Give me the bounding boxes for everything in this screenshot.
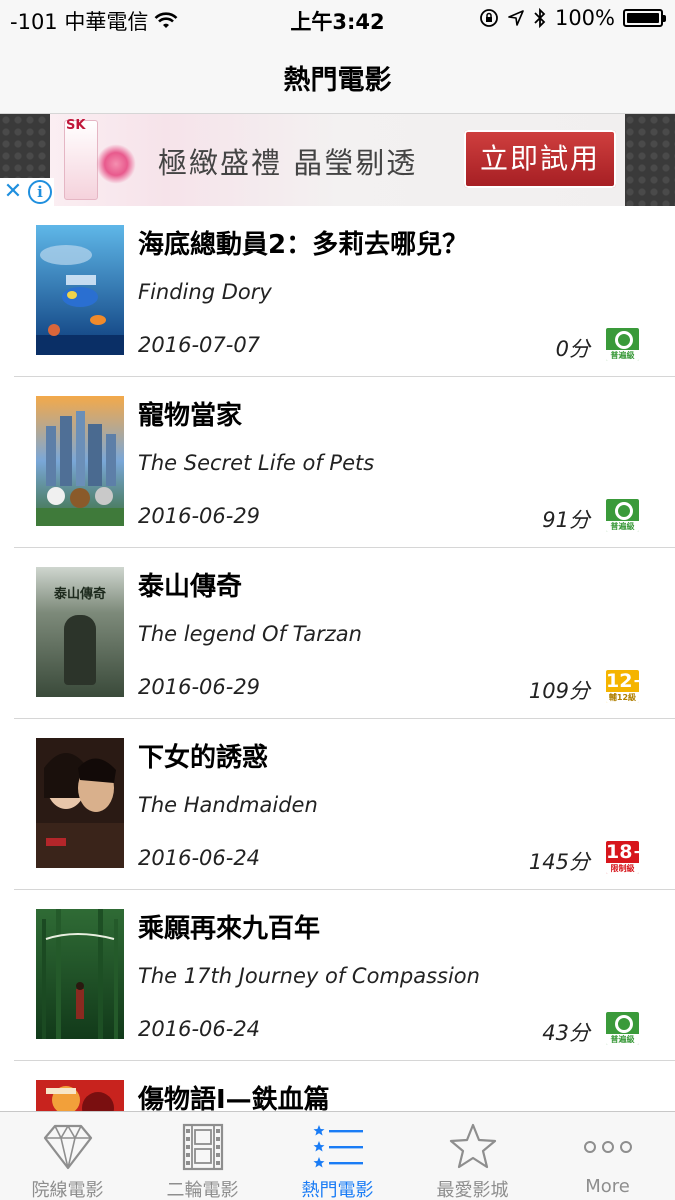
movie-title-zh: 傷物語I—鉄血篇: [138, 1085, 330, 1111]
rating-mark: 12+: [606, 670, 639, 692]
movie-title-zh: 寵物當家: [138, 401, 243, 431]
movie-title-zh: 下女的誘惑: [138, 743, 269, 773]
status-right: 100%: [479, 6, 666, 30]
rating-label: 限制級: [606, 863, 639, 874]
movie-title-en: The Secret Life of Pets: [138, 451, 375, 475]
rating-general-icon: [606, 499, 639, 521]
release-date: 2016-07-07: [138, 333, 261, 357]
tab-first-run[interactable]: 院線電影: [0, 1112, 135, 1200]
diamond-icon: [43, 1124, 92, 1170]
tab-more[interactable]: More: [540, 1112, 675, 1200]
ad-brand-logo: SK: [66, 118, 86, 133]
rating-badge-pg12: 12+ 輔12級: [606, 670, 639, 703]
release-date: 2016-06-24: [138, 846, 261, 870]
ad-info-glyph: i: [28, 180, 52, 204]
compassion-poster: [36, 909, 124, 1039]
movie-row[interactable]: 寵物當家 The Secret Life of Pets 2016-06-29 …: [0, 377, 675, 548]
tab-second-run[interactable]: 二輪電影: [135, 1112, 270, 1200]
movie-title-zh: 泰山傳奇: [138, 572, 243, 602]
rating-label: 輔12級: [606, 692, 639, 703]
runtime: 43分: [542, 1021, 590, 1045]
more-dots-icon: [583, 1141, 632, 1153]
battery-fill: [627, 13, 659, 23]
ad-cta-button[interactable]: 立即試用: [464, 130, 616, 188]
ad-info-icon[interactable]: i: [26, 178, 54, 206]
location-arrow-icon: [508, 10, 524, 26]
tab-label: 最愛影城: [436, 1180, 509, 1200]
movie-title-en: The 17th Journey of Compassion: [138, 964, 480, 988]
movie-row[interactable]: 泰山傳奇 泰山傳奇 The legend Of Tarzan 2016-06-2…: [0, 548, 675, 719]
rating-mark: 18+: [606, 841, 639, 863]
secret-life-of-pets-poster: [36, 396, 124, 526]
movie-row[interactable]: 下女的誘惑 The Handmaiden 2016-06-24 145分 18+…: [0, 719, 675, 890]
rating-badge-general: 普遍級: [606, 1012, 639, 1045]
release-date: 2016-06-24: [138, 1017, 261, 1041]
movie-title-en: The Handmaiden: [138, 793, 318, 817]
tab-label: 二輪電影: [166, 1180, 239, 1200]
rating-label: 普遍級: [606, 521, 639, 532]
rating-badge-general: 普遍級: [606, 328, 639, 361]
movie-row[interactable]: 海底總動員2：多莉去哪兒？ Finding Dory 2016-07-07 0分…: [0, 206, 675, 377]
rating-label: 普遍級: [606, 350, 639, 361]
runtime: 145分: [528, 850, 590, 874]
navigation-bar: 熱門電影: [0, 40, 675, 114]
movie-row[interactable]: 乘願再來九百年 The 17th Journey of Compassion 2…: [0, 890, 675, 1061]
rating-badge-r18: 18+ 限制級: [606, 841, 639, 874]
ad-banner[interactable]: SK 極緻盛禮 晶瑩剔透 立即試用: [0, 114, 675, 206]
star-icon: [449, 1123, 496, 1169]
star-list-icon: [313, 1125, 363, 1168]
movie-title-zh: 乘願再來九百年: [138, 914, 321, 944]
rating-general-icon: [606, 328, 639, 350]
film-strip-icon: [182, 1123, 223, 1171]
release-date: 2016-06-29: [138, 504, 261, 528]
tab-favorite-cinemas[interactable]: 最愛影城: [405, 1112, 540, 1200]
rating-label: 普遍級: [606, 1034, 639, 1045]
runtime: 0分: [555, 337, 590, 361]
ad-flower-decoration: [96, 144, 136, 184]
tab-label: 院線電影: [31, 1180, 104, 1200]
movie-list[interactable]: 海底總動員2：多莉去哪兒？ Finding Dory 2016-07-07 0分…: [0, 206, 675, 1111]
orientation-lock-icon: [480, 9, 498, 27]
movie-title-en: Finding Dory: [138, 280, 272, 304]
runtime: 109分: [528, 679, 590, 703]
battery-icon: [623, 9, 666, 27]
kizumonogatari-poster: [36, 1080, 124, 1111]
tab-popular[interactable]: 熱門電影: [270, 1112, 405, 1200]
status-bar: -101 中華電信 上午3:42 100%: [0, 0, 675, 40]
tarzan-poster: 泰山傳奇: [36, 567, 124, 697]
bluetooth-icon: [534, 7, 546, 29]
runtime: 91分: [542, 508, 590, 532]
movie-title-zh: 海底總動員2：多莉去哪兒？: [138, 230, 469, 260]
tab-label: 熱門電影: [301, 1180, 374, 1200]
handmaiden-poster: [36, 738, 124, 868]
rating-badge-general: 普遍級: [606, 499, 639, 532]
ad-close-icon[interactable]: ✕: [0, 178, 26, 206]
finding-dory-poster: [36, 225, 124, 355]
page-title: 熱門電影: [283, 65, 392, 96]
poster-title: 泰山傳奇: [53, 587, 106, 602]
tab-label: More: [585, 1176, 630, 1197]
movie-title-en: The legend Of Tarzan: [138, 622, 362, 646]
release-date: 2016-06-29: [138, 675, 261, 699]
battery-percent: 100%: [554, 6, 615, 30]
tab-bar: 院線電影 二輪電影 熱門電影 最愛影城 More: [0, 1111, 675, 1200]
ad-headline: 極緻盛禮 晶瑩剔透: [158, 146, 418, 180]
movie-row[interactable]: 傷物語I—鉄血篇: [0, 1061, 675, 1111]
ad-creative[interactable]: SK 極緻盛禮 晶瑩剔透 立即試用: [50, 114, 625, 206]
rating-general-icon: [606, 1012, 639, 1034]
poster-figure: [64, 615, 96, 685]
